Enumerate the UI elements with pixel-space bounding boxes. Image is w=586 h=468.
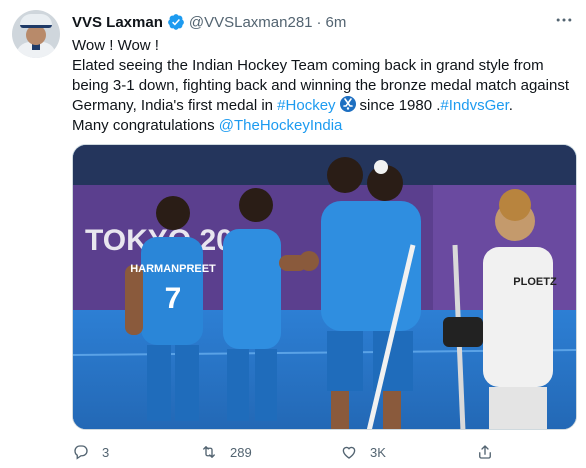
retweet-count: 289 [230,444,252,460]
avatar-cap [20,14,52,28]
stands [73,145,576,185]
reply-count: 3 [102,444,110,460]
retweet-icon [203,446,215,458]
avatar[interactable] [12,10,60,58]
tweet-header: VVS Laxman @VVSLaxman281 · 6m [72,12,346,32]
author-name[interactable]: VVS Laxman [72,14,163,31]
mention-thehockeyindia-link[interactable]: @TheHockeyIndia [219,117,343,134]
text-line: Germany, India's first medal in #Hockey s… [72,96,577,116]
share-icon [479,445,491,459]
text-segment: since 1980 . [359,97,441,114]
like-button[interactable]: 3K [340,440,386,464]
text-line: Wow ! Wow ! [72,37,159,54]
jersey-name: HARMANPREET [130,263,216,275]
verified-badge-icon [168,14,184,30]
text-line: Many congratulations @TheHockeyIndia [72,116,577,136]
separator-dot: · [316,13,322,31]
hashtag-indvsger-link[interactable]: #IndvsGer [440,97,508,114]
tweet-actions: 3 289 3K [72,440,577,464]
share-button[interactable] [476,440,494,464]
timestamp[interactable]: 6m [326,14,347,31]
tweet-text: Wow ! Wow ! Elated seeing the Indian Hoc… [72,36,577,136]
text-line: being 3-1 down, fighting back and winnin… [72,77,569,94]
heart-icon [342,446,356,459]
reply-icon [74,445,88,460]
text-segment: . [508,97,513,114]
jersey-number: 7 [165,282,182,315]
retweet-button[interactable]: 289 [200,440,252,464]
photo-scene: TOKYO 2020 HARMANPREET 7 [73,145,576,429]
hashtag-hockey-link[interactable]: #Hockey [277,97,335,114]
more-options-icon[interactable] [554,10,574,30]
tweet-photo[interactable]: TOKYO 2020 HARMANPREET 7 [72,144,577,430]
text-line: Elated seeing the Indian Hockey Team com… [72,57,544,74]
hockey-stick-emoji-icon [339,96,356,112]
opponent-jersey-name: PLOETZ [513,276,557,288]
text-segment: Germany, India's first medal in [72,97,273,114]
tweet[interactable]: VVS Laxman @VVSLaxman281 · 6m Wow ! Wow … [0,0,586,468]
reply-button[interactable]: 3 [72,440,109,464]
avatar-face [26,25,46,45]
text-segment: Many congratulations [72,117,215,134]
like-count: 3K [370,444,386,460]
author-handle[interactable]: @VVSLaxman281 [189,14,313,31]
